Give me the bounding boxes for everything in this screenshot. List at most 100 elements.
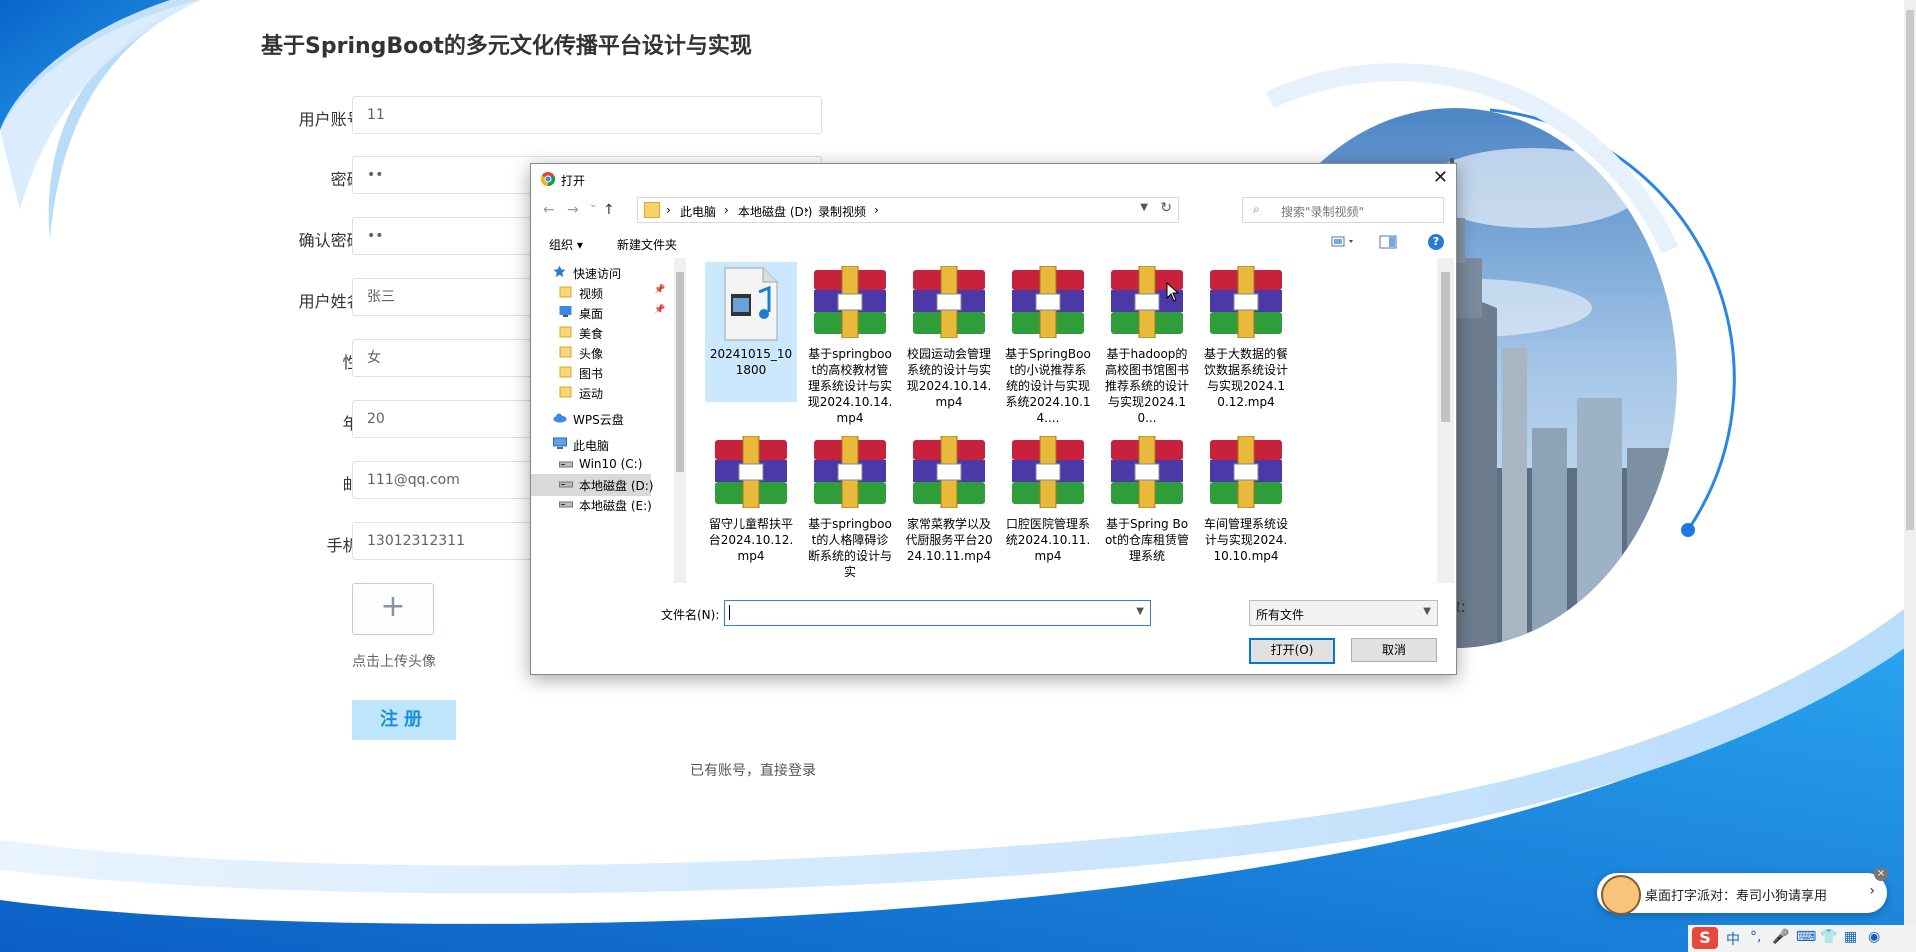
scroll-thumb[interactable] <box>676 272 684 472</box>
punctuation-icon[interactable]: °, <box>1750 929 1761 945</box>
preview-pane-icon[interactable] <box>1379 234 1397 250</box>
drive-icon <box>559 497 573 510</box>
chevron-down-icon[interactable]: ▼ <box>1136 606 1144 617</box>
sogou-logo-icon[interactable]: S <box>1692 927 1718 949</box>
file-item[interactable]: 基于springboot的人格障碍诊断系统的设计与实 <box>804 432 896 579</box>
keyboard-icon[interactable]: ⌨ <box>1796 929 1816 945</box>
lang-toggle[interactable]: 中 <box>1726 929 1740 949</box>
toolbox-icon[interactable]: ▦ <box>1844 929 1857 945</box>
archive-file-icon <box>1102 265 1192 346</box>
file-list: 20241015_101800 基于springboot的高校教材管理系统设计与实… <box>691 258 1431 583</box>
nav-item-label: 本地磁盘 (E:) <box>579 499 652 513</box>
file-type-value: 所有文件 <box>1256 608 1305 622</box>
form-row-username: 用户账号:*11 <box>230 96 830 136</box>
ime-toolbar: S 中 °, 🎤 ⌨ 👕 ▦ ◉ <box>1688 925 1916 952</box>
computer-icon <box>553 437 567 450</box>
file-item[interactable]: 留守儿童帮扶平台2024.10.12.mp4 <box>705 432 797 572</box>
dialog-close-button[interactable]: ✕ <box>1433 167 1448 188</box>
archive-file-icon <box>1201 435 1291 516</box>
drive-icon <box>559 457 573 470</box>
file-name: 基于springboot的人格障碍诊断系统的设计与实 <box>807 517 892 579</box>
login-link[interactable]: 已有账号，直接登录 <box>690 760 816 780</box>
new-folder-button[interactable]: 新建文件夹 <box>617 236 677 253</box>
video-file-icon <box>706 266 796 346</box>
mascot-icon <box>1601 875 1641 915</box>
file-name: 基于大数据的餐饮数据系统设计与实现2024.10.12.mp4 <box>1203 347 1288 409</box>
ime-notice-text: 桌面打字派对：寿司小狗请享用 <box>1645 889 1828 904</box>
settings-icon[interactable]: ◉ <box>1868 929 1880 945</box>
forward-arrow-icon[interactable]: → <box>567 202 579 218</box>
file-name: 基于SpringBoot的小说推荐系统的设计与实现系统2024.10.14...… <box>1005 347 1091 425</box>
field-input-username[interactable]: 11 <box>352 96 822 134</box>
folder-icon <box>559 345 572 358</box>
open-button[interactable]: 打开(O) <box>1249 638 1335 664</box>
back-arrow-icon[interactable]: ← <box>543 202 555 218</box>
recent-locations-icon[interactable]: ⌄ <box>589 199 597 210</box>
mouse-cursor-icon <box>1166 282 1180 302</box>
folder-icon <box>644 202 660 218</box>
file-type-select[interactable]: 所有文件 ▼ <box>1249 600 1438 626</box>
avatar-hint: 点击上传头像 <box>352 654 436 670</box>
file-name: 留守儿童帮扶平台2024.10.12.mp4 <box>708 517 794 563</box>
file-item[interactable]: 家常菜教学以及代厨服务平台2024.10.11.mp4 <box>903 432 995 572</box>
file-name: 基于springboot的高校教材管理系统设计与实现2024.10.14.mp4 <box>807 347 893 425</box>
avatar-upload-button[interactable]: + <box>352 583 434 635</box>
nav-item[interactable]: 本地磁盘 (D:) <box>531 474 653 496</box>
file-name: 基于Spring Boot的仓库租赁管理系统 <box>1104 517 1190 563</box>
cancel-button[interactable]: 取消 <box>1351 638 1437 662</box>
archive-file-icon <box>1102 435 1192 516</box>
nav-item-label: WPS云盘 <box>573 413 624 427</box>
crumb-sep-icon: › <box>804 203 809 217</box>
archive-file-icon <box>1201 265 1291 346</box>
address-bar[interactable]: › 此电脑 › 本地磁盘 (D:) › 录制视频 › ▼ ↻ <box>637 197 1179 223</box>
organize-menu[interactable]: 组织 ▾ <box>549 236 583 253</box>
up-arrow-icon[interactable]: ↑ <box>603 202 615 218</box>
archive-file-icon <box>904 265 994 346</box>
filename-input[interactable]: ▼ <box>724 600 1151 626</box>
archive-file-icon <box>1003 435 1093 516</box>
file-item[interactable]: 20241015_101800 <box>705 262 797 402</box>
archive-file-icon <box>1003 265 1093 346</box>
file-list-scrollbar[interactable] <box>1437 258 1454 583</box>
nav-item-label: 视频 <box>579 287 604 301</box>
skin-icon[interactable]: 👕 <box>1820 929 1837 945</box>
file-item[interactable]: 基于大数据的餐饮数据系统设计与实现2024.10.12.mp4 <box>1200 262 1292 409</box>
dialog-toolbar: 组织 ▾ 新建文件夹 ? <box>531 230 1456 258</box>
scroll-thumb[interactable] <box>1441 272 1450 422</box>
file-name: 基于hadoop的高校图书馆图书推荐系统的设计与实现2024.10... <box>1104 347 1189 425</box>
search-input[interactable]: ⌕ 搜索"录制视频" <box>1242 197 1444 223</box>
nav-item-label: 此电脑 <box>573 439 610 453</box>
folder-icon <box>559 365 572 378</box>
refresh-icon[interactable]: ↻ <box>1160 200 1172 216</box>
file-item[interactable]: 基于Spring Boot的仓库租赁管理系统 <box>1101 432 1193 572</box>
archive-file-icon <box>805 435 895 516</box>
archive-file-icon <box>904 435 994 516</box>
breadcrumb-this-pc[interactable]: 此电脑 <box>680 203 716 220</box>
file-item[interactable]: 车间管理系统设计与实现2024.10.10.mp4 <box>1200 432 1292 572</box>
archive-file-icon <box>706 435 796 516</box>
nav-item-label: Win10 (C:) <box>579 457 643 471</box>
breadcrumb-drive-d[interactable]: 本地磁盘 (D:) <box>738 203 812 220</box>
filename-row: 文件名(N): ▼ 所有文件 ▼ <box>531 600 1456 628</box>
ime-notification[interactable]: 桌面打字派对：寿司小狗请享用 › <box>1597 873 1887 915</box>
breadcrumb-recordings[interactable]: 录制视频 <box>818 203 866 220</box>
file-name: 家常菜教学以及代厨服务平台2024.10.11.mp4 <box>905 517 993 563</box>
ime-close-icon[interactable]: × <box>1874 867 1888 881</box>
chevron-down-icon[interactable]: ▼ <box>1140 202 1148 213</box>
archive-file-icon <box>805 265 895 346</box>
file-item[interactable]: 校园运动会管理系统的设计与实现2024.10.14.mp4 <box>903 262 995 409</box>
register-button[interactable]: 注册 <box>352 700 456 740</box>
nav-item-label: 快速访问 <box>573 267 622 281</box>
dialog-title: 打开 <box>561 174 586 188</box>
address-bar-row: ← → ⌄ ↑ › 此电脑 › 本地磁盘 (D:) › 录制视频 › ▼ ↻ ⌕… <box>531 194 1456 226</box>
folder-icon <box>559 285 572 298</box>
view-mode-icon[interactable] <box>1331 234 1357 250</box>
microphone-icon[interactable]: 🎤 <box>1772 929 1789 945</box>
file-item[interactable]: 口腔医院管理系统2024.10.11.mp4 <box>1002 432 1094 572</box>
help-icon[interactable]: ? <box>1428 234 1444 250</box>
navigation-scrollbar[interactable] <box>674 258 686 583</box>
chevron-right-icon[interactable]: › <box>1869 883 1875 899</box>
chrome-icon <box>541 172 555 186</box>
file-item[interactable]: 基于springboot的高校教材管理系统设计与实现2024.10.14.mp4 <box>804 262 896 425</box>
file-item[interactable]: 基于SpringBoot的小说推荐系统的设计与实现系统2024.10.14...… <box>1002 262 1094 425</box>
